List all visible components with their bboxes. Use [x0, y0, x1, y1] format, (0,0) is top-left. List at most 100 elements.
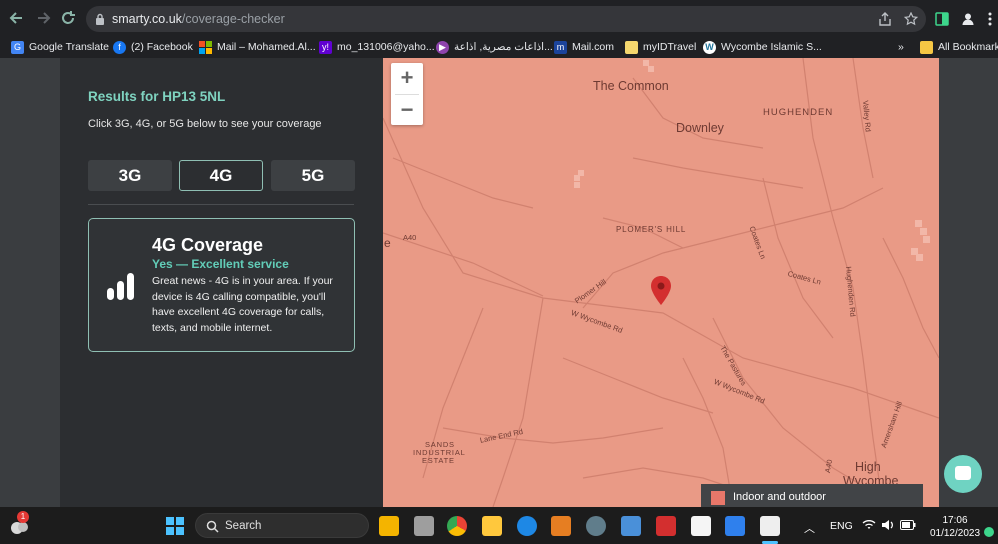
forward-arrow-icon[interactable]	[33, 8, 53, 28]
divider	[88, 204, 354, 205]
bookmark-mail-outlook[interactable]: Mail – Mohamed.Al...	[199, 39, 316, 55]
profile-icon[interactable]	[960, 11, 976, 27]
page-margin	[939, 58, 998, 507]
lock-icon	[96, 13, 104, 25]
tray-chevron-icon[interactable]: ︿	[804, 520, 815, 536]
browser-toolbar: smarty.co.uk/coverage-checker	[0, 0, 998, 36]
location-pin-icon[interactable]	[650, 276, 672, 306]
search-label: Search	[225, 520, 262, 532]
chat-button[interactable]	[944, 455, 982, 493]
star-icon[interactable]	[903, 11, 919, 26]
chrome-icon[interactable]	[447, 516, 467, 536]
coverage-card: 4G Coverage Yes — Excellent service Grea…	[88, 218, 355, 352]
language-indicator[interactable]: ENG	[830, 520, 853, 532]
bookmark-mailcom[interactable]: m Mail.com	[554, 39, 614, 55]
zoom-control: + −	[391, 63, 423, 125]
map-legend: Indoor and outdoor	[701, 484, 923, 507]
taskbar-app-icon[interactable]	[621, 516, 641, 536]
map-label-the-common: The Common	[593, 79, 669, 93]
url-path: /coverage-checker	[181, 12, 285, 26]
chat-icon	[955, 466, 971, 480]
bookmark-label: Mail.com	[572, 41, 615, 53]
clock[interactable]: 17:06 01/12/2023	[925, 514, 985, 540]
sidepanel-icon[interactable]	[934, 11, 950, 27]
more-bookmarks-chevron[interactable]: »	[898, 39, 904, 55]
url-domain: smarty.co.uk	[112, 12, 182, 26]
facebook-icon: f	[113, 40, 126, 54]
radio-icon: ▶	[436, 40, 449, 54]
map-label-hughenden: HUGHENDEN	[763, 107, 834, 118]
reload-icon[interactable]	[58, 8, 78, 28]
google-translate-icon: G	[11, 40, 24, 54]
map-label-estate: ESTATE	[422, 456, 455, 465]
legend-swatch	[711, 491, 725, 505]
results-title: Results for HP13 5NL	[88, 89, 226, 104]
bookmark-label: Mail – Mohamed.Al...	[217, 41, 316, 53]
tab-5g[interactable]: 5G	[271, 160, 355, 191]
volume-icon[interactable]	[881, 519, 895, 531]
taskbar-app-icon[interactable]	[414, 516, 434, 536]
bookmark-label: (2) Facebook	[131, 41, 193, 53]
signal-bars-icon	[107, 273, 134, 300]
taskbar-app-icon[interactable]	[656, 516, 676, 536]
yahoo-icon: y!	[319, 40, 332, 54]
windows-start-icon[interactable]	[166, 517, 184, 535]
menu-dots-icon[interactable]	[982, 11, 998, 27]
bookmark-label: myIDTravel	[643, 41, 697, 53]
bookmark-yahoo[interactable]: y! mo_131006@yaho...	[319, 39, 435, 55]
file-explorer-icon[interactable]	[482, 516, 502, 536]
bookmark-facebook[interactable]: f (2) Facebook	[113, 39, 193, 55]
clock-time: 17:06	[942, 515, 968, 526]
map-label-a40-left: A40	[403, 233, 417, 242]
bookmark-google-translate[interactable]: G Google Translate	[11, 39, 109, 55]
edge-icon[interactable]	[517, 516, 537, 536]
zoom-out-button[interactable]: −	[391, 95, 423, 126]
taskbar: 1 Search ︿ ENG 17:06 01/12/2023	[0, 507, 998, 544]
microsoft-store-icon[interactable]	[691, 516, 711, 536]
bookmark-label: اذاعات مصرية, اذاعة...	[454, 41, 553, 53]
search-icon	[206, 520, 219, 533]
page-content: Results for HP13 5NL Click 3G, 4G, or 5G…	[0, 58, 998, 507]
share-icon[interactable]	[878, 12, 892, 26]
tab-3g[interactable]: 3G	[88, 160, 172, 191]
url-text: smarty.co.uk/coverage-checker	[112, 12, 285, 26]
wifi-icon[interactable]	[862, 519, 876, 531]
tab-4g[interactable]: 4G	[179, 160, 263, 191]
bookmark-label: mo_131006@yaho...	[337, 41, 435, 53]
bookmark-myidtravel[interactable]: myIDTravel	[625, 39, 696, 55]
microsoft-icon	[199, 40, 212, 54]
card-body: Great news - 4G is in your area. If your…	[152, 275, 333, 334]
map-label-edge: e	[384, 236, 391, 250]
notification-icon[interactable]	[984, 527, 994, 537]
zoom-in-button[interactable]: +	[391, 63, 423, 94]
wordpress-icon: W	[703, 40, 716, 54]
coverage-panel: Results for HP13 5NL Click 3G, 4G, or 5G…	[60, 58, 383, 507]
legend-label: Indoor and outdoor	[733, 491, 826, 503]
bookmark-label: Google Translate	[29, 41, 109, 53]
clock-date: 01/12/2023	[929, 528, 981, 539]
myidtravel-icon	[625, 40, 638, 54]
card-title: 4G Coverage	[152, 235, 264, 255]
battery-icon[interactable]	[900, 520, 916, 530]
coverage-map[interactable]: + − The Common Downley HUGHENDEN PLOMER'…	[383, 58, 939, 507]
notification-badge: 1	[17, 511, 29, 523]
bookmarks-bar: G Google Translate f (2) Facebook Mail –…	[0, 36, 998, 58]
bookmark-wycombe-islamic[interactable]: W Wycombe Islamic S...	[703, 39, 822, 55]
address-bar[interactable]: smarty.co.uk/coverage-checker	[86, 6, 926, 32]
map-label-high: High	[855, 460, 881, 474]
settings-icon[interactable]	[586, 516, 606, 536]
taskbar-search[interactable]: Search	[195, 513, 369, 538]
mailcom-icon: m	[554, 40, 567, 54]
results-instructions: Click 3G, 4G, or 5G below to see your co…	[88, 118, 322, 130]
back-arrow-icon[interactable]	[7, 8, 27, 28]
taskbar-app-icon[interactable]	[725, 516, 745, 536]
snipping-tool-icon[interactable]	[760, 516, 780, 536]
map-label-plomers-hill: PLOMER'S HILL	[616, 225, 687, 234]
all-bookmarks[interactable]: All Bookmarks	[920, 39, 998, 55]
folder-icon	[920, 40, 933, 54]
map-label-downley: Downley	[676, 121, 724, 135]
bookmark-radio[interactable]: ▶ اذاعات مصرية, اذاعة...	[436, 39, 553, 55]
taskbar-app-icon[interactable]	[379, 516, 399, 536]
bookmark-label: All Bookmarks	[938, 41, 998, 53]
media-player-icon[interactable]	[551, 516, 571, 536]
